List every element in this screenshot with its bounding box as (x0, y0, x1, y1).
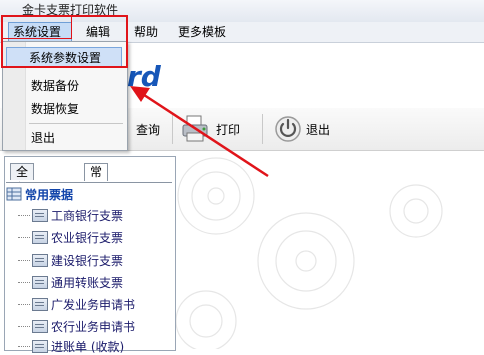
toolbar-separator (172, 114, 173, 144)
document-icon (32, 275, 48, 289)
template-canvas[interactable] (176, 151, 484, 349)
exit-label: 退出 (306, 122, 331, 137)
menu-more-templates[interactable]: 更多模板 (178, 22, 226, 42)
gear-watermark-icon (176, 157, 443, 349)
exit-button[interactable]: 退出 (274, 108, 330, 150)
toolbar-separator (262, 114, 263, 144)
tree-item-ccb-check[interactable]: 建设银行支票 (18, 251, 123, 269)
menu-item-exit[interactable]: 退出 (31, 128, 55, 148)
document-icon (32, 230, 48, 244)
document-icon (32, 339, 48, 353)
document-icon (32, 319, 48, 333)
tree-item-label: 农业银行支票 (51, 230, 124, 245)
tree-item-transfer-check[interactable]: 通用转账支票 (18, 273, 123, 291)
logo-text: rd (127, 60, 161, 93)
document-icon (32, 253, 48, 267)
tree-item-label: 广发业务申请书 (51, 297, 136, 312)
table-icon (6, 187, 22, 201)
document-icon (32, 208, 48, 222)
tab-all-templates[interactable]: 全部模板 (10, 163, 35, 227)
tree-item-label: 通用转账支票 (51, 275, 124, 290)
tree-item-label: 工商银行支票 (51, 208, 124, 223)
tree-item-icbc-check[interactable]: 工商银行支票 (18, 206, 123, 224)
tree-item-abc-application[interactable]: 农行业务申请书 (18, 317, 135, 335)
tree-item-label: 建设银行支票 (51, 253, 124, 268)
tree-item-label: 农行业务申请书 (51, 319, 136, 334)
tree-root-label: 常用票据 (25, 187, 74, 202)
tree-item-abc-check[interactable]: 农业银行支票 (18, 228, 123, 246)
menu-item-data-backup[interactable]: 数据备份 (31, 76, 79, 96)
menu-separator (29, 123, 123, 124)
annotation-highlight-box (2, 15, 72, 39)
tab-common-bills[interactable]: 常用票据 (84, 163, 109, 227)
print-button[interactable]: 打印 (180, 108, 240, 150)
query-button[interactable]: 查询 (132, 108, 160, 150)
power-icon (275, 116, 301, 142)
menu-item-data-restore[interactable]: 数据恢复 (31, 99, 79, 119)
document-icon (32, 297, 48, 311)
tree-item-deposit-slip[interactable]: 进账单 (收款) (18, 337, 124, 355)
menu-help[interactable]: 帮助 (134, 22, 158, 42)
tree-item-label: 进账单 (收款) (51, 339, 125, 354)
tree-root[interactable]: 常用票据 (6, 185, 73, 203)
print-label: 打印 (216, 122, 241, 137)
tree-item-cgb-application[interactable]: 广发业务申请书 (18, 295, 135, 313)
printer-icon (182, 115, 208, 142)
query-label: 查询 (136, 122, 161, 137)
